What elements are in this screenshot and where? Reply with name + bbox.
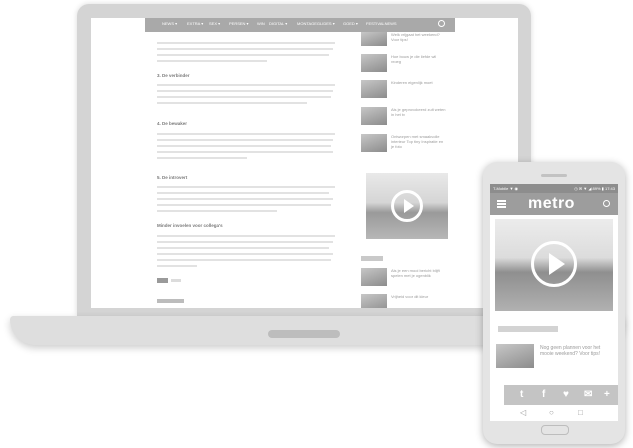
sidebar-title[interactable]: Welk vrijgaat het weekend? Voor tips! xyxy=(391,32,447,42)
android-nav-bar: ◁ ○ □ xyxy=(490,405,618,421)
plus-icon[interactable]: + xyxy=(604,389,610,400)
menu-icon[interactable] xyxy=(497,200,506,208)
nav-item-extra[interactable]: EXTRA ▾ xyxy=(187,21,203,26)
sidebar-title[interactable]: Hoe bouw je die liefde wil vroeg xyxy=(391,54,447,64)
text-line xyxy=(157,186,335,188)
text-line xyxy=(157,253,333,255)
text-line xyxy=(157,210,277,212)
sidebar-thumb[interactable] xyxy=(361,294,387,308)
sidebar-thumb[interactable] xyxy=(361,134,387,152)
text-line xyxy=(157,96,331,98)
phone-video[interactable] xyxy=(495,219,613,311)
section-label xyxy=(361,256,383,261)
text-line xyxy=(157,60,267,62)
sidebar-title[interactable]: Als je geprovokeerd zult weten in het tv xyxy=(391,107,447,117)
laptop-video[interactable] xyxy=(366,173,448,239)
text-line xyxy=(157,54,329,56)
home-icon[interactable]: ○ xyxy=(549,408,554,417)
play-icon[interactable] xyxy=(391,190,423,222)
share-bar: t f ♥ ✉ + xyxy=(490,385,618,405)
facebook-icon[interactable]: f xyxy=(542,389,545,400)
nav-item-win[interactable]: WIN xyxy=(257,21,265,26)
share-button[interactable] xyxy=(157,299,184,303)
text-line xyxy=(157,247,329,249)
search-icon[interactable] xyxy=(603,200,610,207)
article-title[interactable]: Nog geen plannen voor het mooie weekend?… xyxy=(540,345,612,357)
text-line xyxy=(157,265,197,267)
text-line xyxy=(157,151,333,153)
text-line xyxy=(157,241,333,243)
app-header: metro xyxy=(490,193,618,215)
recents-icon[interactable]: □ xyxy=(578,408,583,417)
article-thumb[interactable] xyxy=(496,344,534,368)
phone-home-button[interactable] xyxy=(541,425,569,435)
tumblr-icon[interactable]: t xyxy=(520,389,523,400)
sidebar-thumb[interactable] xyxy=(361,54,387,72)
sidebar-thumb[interactable] xyxy=(361,32,387,46)
text-line xyxy=(157,84,335,86)
text-line xyxy=(157,192,329,194)
nav-item-montage[interactable]: MONTAGEGLIDES ▾ xyxy=(297,21,335,26)
text-line xyxy=(157,90,333,92)
share-count xyxy=(490,385,504,405)
twitter-icon[interactable]: ♥ xyxy=(563,389,569,400)
sidebar-title[interactable]: Kinderen eigenlijk moet xyxy=(391,80,447,85)
flag-icon[interactable]: ✉ xyxy=(584,389,592,400)
laptop-notch xyxy=(268,330,340,338)
laptop-screen: NEWS ▾ EXTRA ▾ SEX ▾ PERSEN ▾ WIN DIGITA… xyxy=(91,18,518,308)
status-bar: T-Mobile ▼ ◉ ◷ ✉ ▼ ◢ 89% ▮ 17:43 xyxy=(490,184,618,193)
sidebar-thumb[interactable] xyxy=(361,80,387,98)
text-line xyxy=(157,133,335,135)
site-navbar: NEWS ▾ EXTRA ▾ SEX ▾ PERSEN ▾ WIN DIGITA… xyxy=(145,18,455,32)
back-icon[interactable]: ◁ xyxy=(520,408,526,417)
text-line xyxy=(157,198,333,200)
article-heading: 3. De verbinder xyxy=(157,73,190,78)
text-line xyxy=(157,204,331,206)
text-line xyxy=(157,48,333,50)
nav-item-festival[interactable]: FESTIVALNEWS xyxy=(366,21,397,26)
nav-item-goed[interactable]: GOED ▾ xyxy=(343,21,358,26)
text-line xyxy=(157,259,331,261)
search-icon[interactable] xyxy=(438,20,445,27)
text-line xyxy=(157,139,333,141)
article-heading: 5. De introvert xyxy=(157,175,188,180)
phone-screen: T-Mobile ▼ ◉ ◷ ✉ ▼ ◢ 89% ▮ 17:43 metro N… xyxy=(490,184,618,421)
text-line xyxy=(157,42,335,44)
text-line xyxy=(157,145,331,147)
sidebar-title[interactable]: Als je een mooi bericht blijft spelen me… xyxy=(391,268,447,278)
metro-logo[interactable]: metro xyxy=(528,195,575,213)
sidebar-title[interactable]: Ontworpen met smaakvolle interieur Top t… xyxy=(391,134,447,149)
phone-speaker xyxy=(541,174,567,177)
sidebar-thumb[interactable] xyxy=(361,268,387,286)
status-carrier: T-Mobile ▼ ◉ xyxy=(493,186,519,191)
nav-item-sex[interactable]: SEX ▾ xyxy=(209,21,220,26)
text-line xyxy=(157,157,247,159)
tag-button[interactable] xyxy=(157,278,168,283)
text-line xyxy=(157,235,335,237)
article-heading: 4. De bewaker xyxy=(157,121,188,126)
nav-item-persen[interactable]: PERSEN ▾ xyxy=(229,21,249,26)
tag-button[interactable] xyxy=(171,279,181,282)
status-icons: ◷ ✉ ▼ ◢ 89% ▮ 17:43 xyxy=(574,186,615,191)
sidebar-thumb[interactable] xyxy=(361,107,387,125)
nav-item-news[interactable]: NEWS ▾ xyxy=(162,21,177,26)
section-label xyxy=(498,326,558,332)
text-line xyxy=(157,102,307,104)
play-icon[interactable] xyxy=(531,241,577,287)
nav-item-digital[interactable]: DIGITAL ▾ xyxy=(269,21,287,26)
article-heading: Minder invoelen voor collega's xyxy=(157,223,223,228)
sidebar-title[interactable]: Vrijheid voor dit kleur xyxy=(391,294,447,299)
